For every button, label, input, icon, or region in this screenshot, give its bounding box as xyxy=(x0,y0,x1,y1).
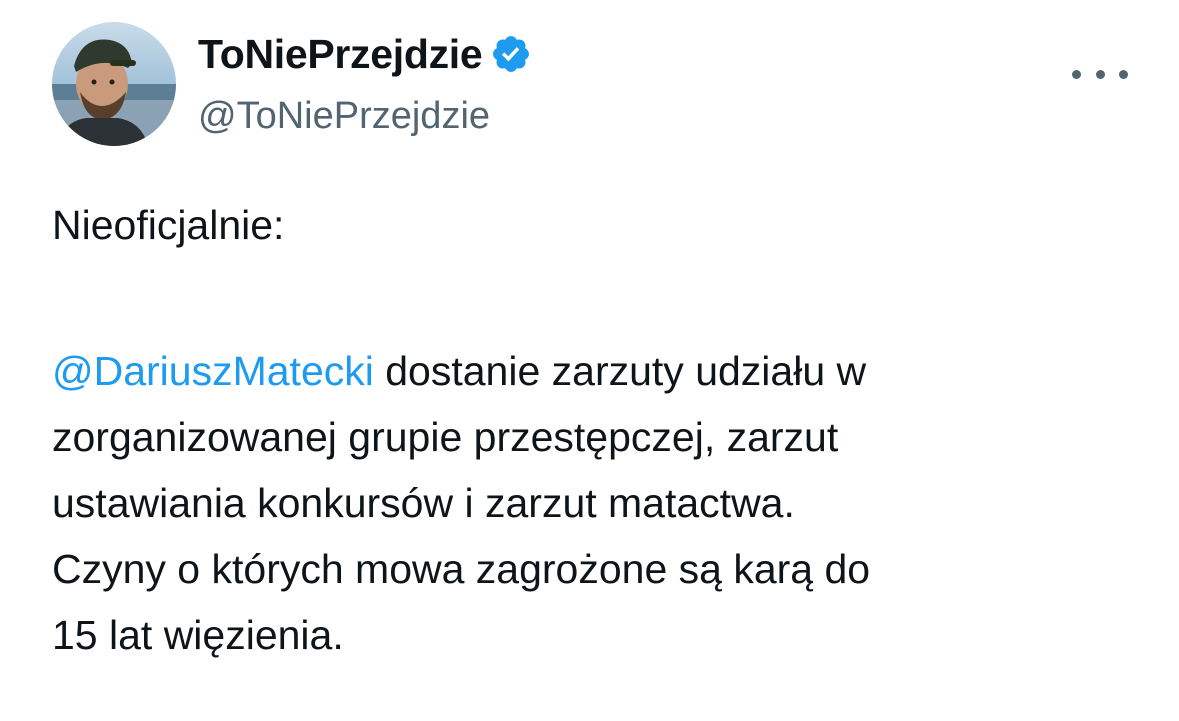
tweet-body: @DariuszMatecki dostanie zarzuty udziału… xyxy=(52,338,870,668)
tweet-intro-text: Nieoficjalnie: xyxy=(52,202,285,248)
more-dots-icon xyxy=(1119,69,1128,79)
tweet-line: dostanie zarzuty udziału w xyxy=(373,348,867,394)
profile-photo-icon xyxy=(52,22,176,146)
author-name-row: ToNiePrzejdzie xyxy=(198,28,532,80)
tweet-card: ToNiePrzejdzie @ToNiePrzejdzie Nieoficja… xyxy=(0,0,1179,721)
more-dots-icon xyxy=(1095,69,1105,79)
tweet-line: 15 lat więzienia. xyxy=(52,612,344,658)
author-display-name[interactable]: ToNiePrzejdzie xyxy=(198,28,483,80)
author-handle[interactable]: @ToNiePrzejdzie xyxy=(198,92,490,140)
tweet-line: ustawiania konkursów i zarzut matactwa. xyxy=(52,480,795,526)
mention-link[interactable]: @DariuszMatecki xyxy=(52,348,374,394)
author-avatar[interactable] xyxy=(52,22,176,146)
more-options-button[interactable] xyxy=(1072,54,1128,94)
more-dots-icon xyxy=(1072,69,1081,79)
tweet-line: zorganizowanej grupie przestępczej, zarz… xyxy=(52,414,839,460)
tweet-line: Czyny o których mowa zagrożone są karą d… xyxy=(52,546,871,592)
verified-badge-icon xyxy=(490,33,532,75)
